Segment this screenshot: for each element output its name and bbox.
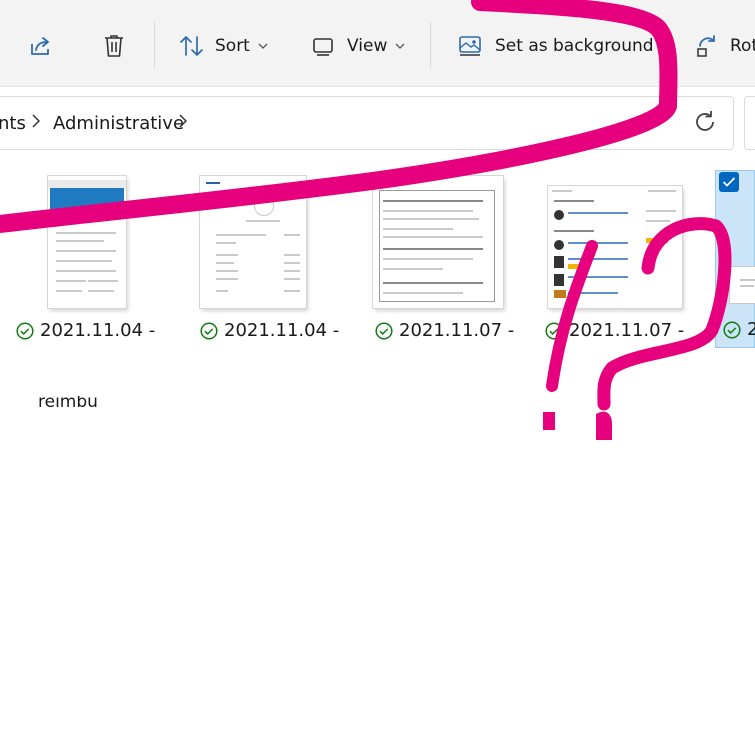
chevron-right-icon[interactable] [32, 114, 40, 128]
delete-icon [105, 35, 123, 57]
file-name: 2021.11.07 - [375, 320, 514, 341]
file-thumbnail [200, 176, 306, 308]
synced-check-icon [723, 320, 741, 339]
file-item[interactable]: 2021.11.07 - [355, 170, 525, 350]
synced-check-icon [545, 321, 563, 340]
file-item[interactable]: 2021.11.07 - [530, 170, 700, 350]
file-thumbnail [548, 186, 682, 308]
view-label: View [347, 36, 388, 56]
synced-check-icon [16, 321, 34, 340]
file-thumbnail [373, 176, 503, 308]
toolbar-separator [154, 22, 155, 68]
file-name: 2021.11.07 - [545, 320, 684, 341]
file-name: 2 [723, 319, 755, 340]
delete-button[interactable] [102, 30, 126, 62]
share-icon [31, 37, 49, 55]
breadcrumb-item[interactable]: nts [0, 113, 26, 134]
chevron-down-icon [258, 43, 268, 49]
share-button[interactable] [28, 30, 54, 62]
synced-check-icon [375, 321, 393, 340]
sort-label: Sort [215, 36, 250, 56]
sort-icon [180, 36, 203, 56]
file-item[interactable]: 2021.11.04 - [0, 170, 170, 350]
rotate-button[interactable]: Rot [694, 30, 755, 62]
synced-check-icon [200, 321, 218, 340]
chevron-right-icon[interactable] [179, 114, 187, 128]
breadcrumb-item[interactable]: Administrative [53, 113, 184, 134]
set-as-background-button[interactable]: Set as background [457, 30, 654, 62]
file-thumbnail [730, 267, 755, 303]
truncated-file-name: reimbu [38, 396, 98, 412]
checkbox-checked-icon [722, 177, 736, 187]
selection-checkbox[interactable] [719, 172, 739, 192]
rotate-icon [697, 35, 715, 57]
command-bar: Sort View Set as background Rot [0, 0, 755, 87]
file-name: 2021.11.04 - [200, 320, 339, 341]
view-icon [313, 38, 333, 56]
rotate-label: Rot [730, 36, 755, 56]
set-as-background-label: Set as background [495, 36, 654, 56]
address-bar[interactable]: nts Administrative [0, 96, 734, 150]
set-background-icon [459, 36, 481, 56]
sort-button[interactable]: Sort [178, 30, 268, 62]
toolbar-separator [430, 22, 431, 68]
file-item-selected[interactable]: 2 [715, 170, 755, 348]
view-button[interactable]: View [312, 30, 405, 62]
file-name: 2021.11.04 - [16, 320, 155, 341]
refresh-icon[interactable] [690, 107, 720, 137]
chevron-down-icon [395, 43, 405, 49]
chevron-down-icon[interactable] [645, 112, 665, 124]
search-input[interactable] [744, 96, 755, 150]
file-item[interactable]: 2021.11.04 - [180, 170, 350, 350]
file-thumbnail [48, 176, 126, 308]
